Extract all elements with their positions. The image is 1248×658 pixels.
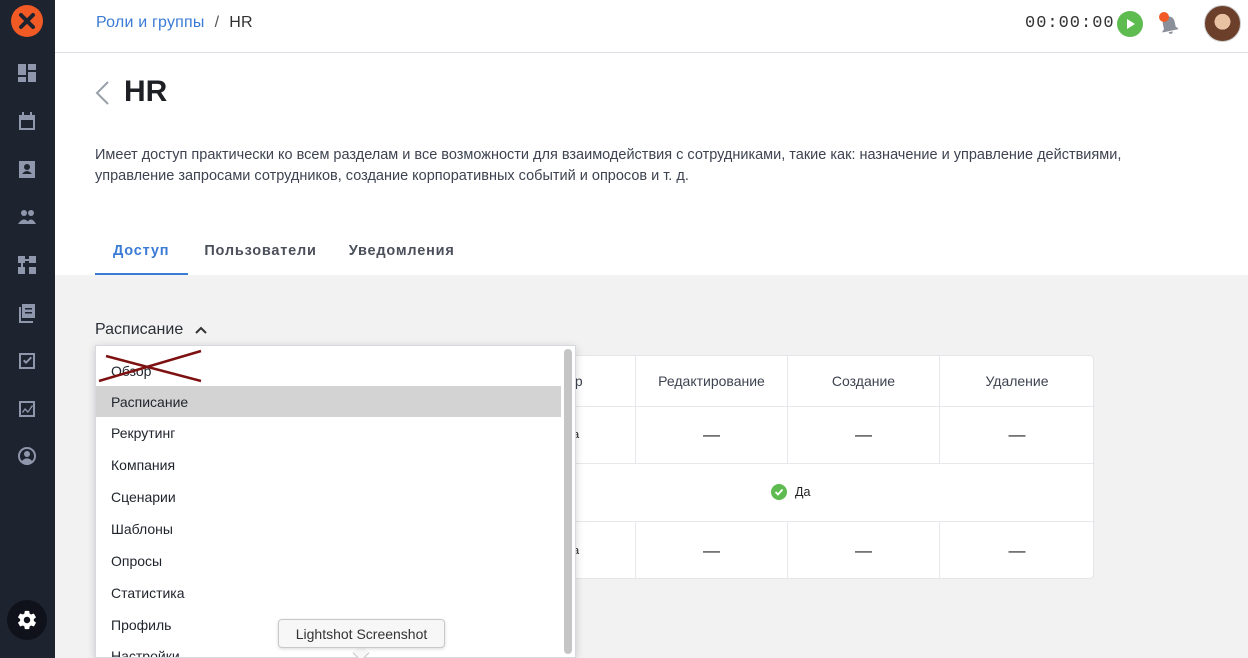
user-avatar[interactable] <box>1204 5 1241 42</box>
table-cell-create[interactable]: — <box>787 522 939 579</box>
breadcrumb-roles-link[interactable]: Роли и группы <box>96 14 205 31</box>
dropdown-scrollbar[interactable] <box>564 349 572 654</box>
checklist-icon[interactable] <box>16 350 38 372</box>
sidebar <box>0 0 55 658</box>
dropdown-item-overview[interactable]: Обзор <box>96 355 561 386</box>
breadcrumb-current: HR <box>229 14 253 31</box>
lightshot-tooltip: Lightshot Screenshot <box>278 619 445 648</box>
breadcrumb: Роли и группы / HR <box>96 14 253 32</box>
top-bar: Роли и группы / HR 00:00:00 <box>55 0 1248 53</box>
tab-access[interactable]: Доступ <box>95 237 189 275</box>
tab-notifications[interactable]: Уведомления <box>333 237 471 275</box>
notification-dot <box>1159 12 1169 22</box>
calendar-icon[interactable] <box>16 110 38 132</box>
chevron-up-icon <box>195 326 207 334</box>
play-timer-button[interactable] <box>1117 11 1143 37</box>
breadcrumb-separator: / <box>214 14 220 31</box>
dropdown-item-statistics[interactable]: Статистика <box>96 577 561 608</box>
column-header-edit: Редактирование <box>635 356 787 406</box>
table-cell-create[interactable]: — <box>787 406 939 463</box>
documents-icon[interactable] <box>16 302 38 324</box>
check-circle-icon <box>771 484 787 500</box>
column-header-delete: Удаление <box>939 356 1094 406</box>
tab-users[interactable]: Пользователи <box>188 237 332 275</box>
dropdown-item-company[interactable]: Компания <box>96 449 561 480</box>
permission-value: Да <box>795 485 811 499</box>
table-cell-edit[interactable]: — <box>635 522 787 579</box>
page-title: HR <box>124 75 168 108</box>
dropdown-item-schedule[interactable]: Расписание <box>96 386 561 417</box>
dropdown-item-recruiting[interactable]: Рекрутинг <box>96 417 561 448</box>
play-icon <box>1127 19 1135 29</box>
dropdown-item-surveys[interactable]: Опросы <box>96 545 561 576</box>
role-description: Имеет доступ практически ко всем раздела… <box>95 147 1122 184</box>
contact-card-icon[interactable] <box>16 158 38 180</box>
dropdown-item-templates[interactable]: Шаблоны <box>96 513 561 544</box>
app-logo-icon[interactable] <box>11 5 43 37</box>
table-cell-delete[interactable]: — <box>939 522 1094 579</box>
column-header-create: Создание <box>787 356 939 406</box>
time-tracker-display: 00:00:00 <box>1025 14 1115 33</box>
settings-gear-icon[interactable] <box>7 600 47 640</box>
section-toggle[interactable]: Расписание <box>95 321 207 339</box>
dropdown-item-scenarios[interactable]: Сценарии <box>96 481 561 512</box>
workflow-icon[interactable] <box>16 254 38 276</box>
profile-icon[interactable] <box>16 445 38 467</box>
tabs: Доступ Пользователи Уведомления <box>95 237 471 275</box>
merged-permission-yes[interactable]: Да <box>771 484 810 500</box>
analytics-icon[interactable] <box>16 398 38 420</box>
section-title: Расписание <box>95 321 184 338</box>
back-chevron-icon[interactable] <box>94 80 110 106</box>
table-cell-edit[interactable]: — <box>635 406 787 463</box>
table-cell-delete[interactable]: — <box>939 406 1094 463</box>
section-dropdown-list[interactable]: Обзор Расписание Рекрутинг Компания Сцен… <box>95 345 576 658</box>
dashboard-icon[interactable] <box>16 62 38 84</box>
people-icon[interactable] <box>16 206 38 228</box>
